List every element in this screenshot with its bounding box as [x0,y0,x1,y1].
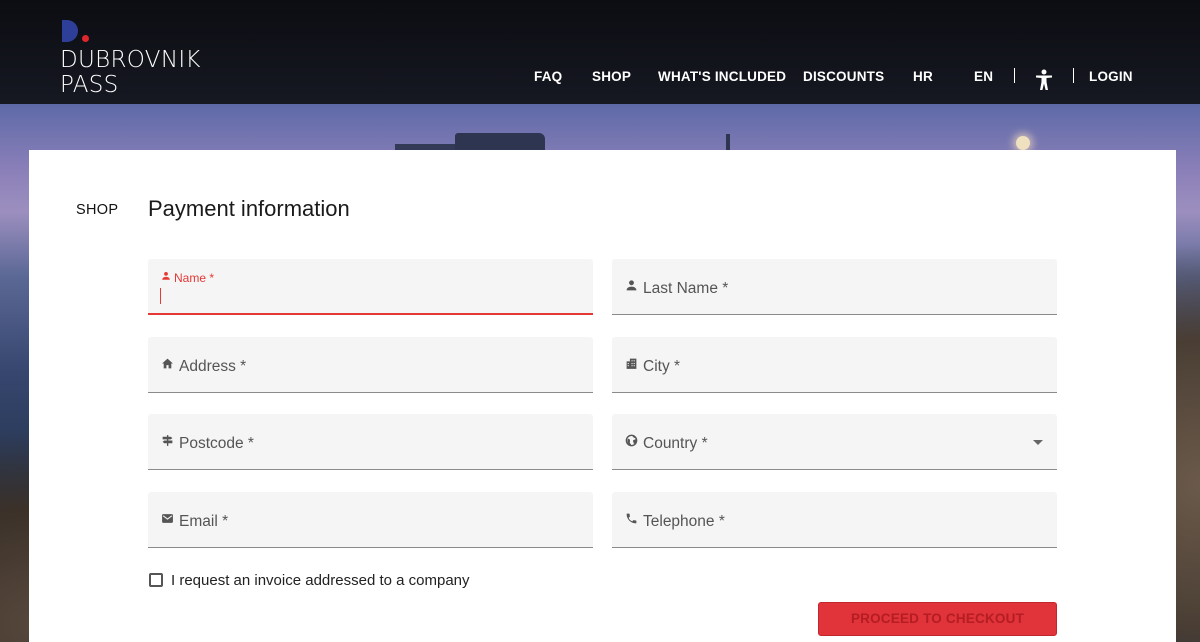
name-label: Name * [174,271,215,285]
city-field[interactable]: City * [612,337,1057,393]
telephone-field[interactable]: Telephone * [612,492,1057,548]
postcode-label: Postcode * [179,435,254,452]
payment-card: SHOP Payment information Name * Last Nam… [29,150,1176,642]
person-icon [626,280,637,291]
page-title: Payment information [148,196,350,221]
nav-divider [1014,68,1015,83]
postcode-field[interactable]: Postcode * [148,414,593,470]
nav-item-faq[interactable]: FAQ [534,69,562,85]
login-link[interactable]: LOGIN [1089,69,1133,85]
country-label: Country * [643,435,708,452]
name-field[interactable]: Name * [148,259,593,315]
site-header: DUBROVNIK PASS FAQ SHOP WHAT'S INCLUDED … [0,0,1200,104]
nav-item-discounts[interactable]: DISCOUNTS [803,69,884,85]
last-name-field[interactable]: Last Name * [612,259,1057,315]
home-icon [162,358,173,369]
phone-icon [626,513,637,524]
nav-item-shop[interactable]: SHOP [592,69,631,85]
breadcrumb[interactable]: SHOP [76,202,118,218]
email-label: Email * [179,513,229,530]
email-field[interactable]: Email * [148,492,593,548]
last-name-label: Last Name * [643,280,729,297]
signpost-icon [162,435,173,446]
nav-item-language-hr[interactable]: HR [913,69,933,85]
main-nav: FAQ SHOP WHAT'S INCLUDED DISCOUNTS HR EN… [0,0,1200,104]
proceed-to-checkout-button[interactable]: PROCEED TO CHECKOUT [818,602,1057,636]
nav-divider [1073,68,1074,83]
background-image [455,133,545,151]
address-field[interactable]: Address * [148,337,593,393]
country-select[interactable]: Country * [612,414,1057,470]
invoice-checkbox[interactable] [149,573,163,587]
address-label: Address * [179,358,247,375]
city-icon [626,358,637,369]
invoice-checkbox-label[interactable]: I request an invoice addressed to a comp… [171,572,470,589]
nav-item-whats-included[interactable]: WHAT'S INCLUDED [658,69,786,85]
person-icon [162,272,170,280]
globe-icon [625,434,638,447]
mail-icon [162,514,173,523]
nav-item-language-en[interactable]: EN [974,69,993,85]
telephone-label: Telephone * [643,513,725,530]
chevron-down-icon[interactable] [1033,440,1043,445]
accessibility-icon[interactable] [1035,69,1053,91]
background-image [1016,136,1030,150]
city-label: City * [643,358,681,375]
text-cursor [160,288,161,304]
